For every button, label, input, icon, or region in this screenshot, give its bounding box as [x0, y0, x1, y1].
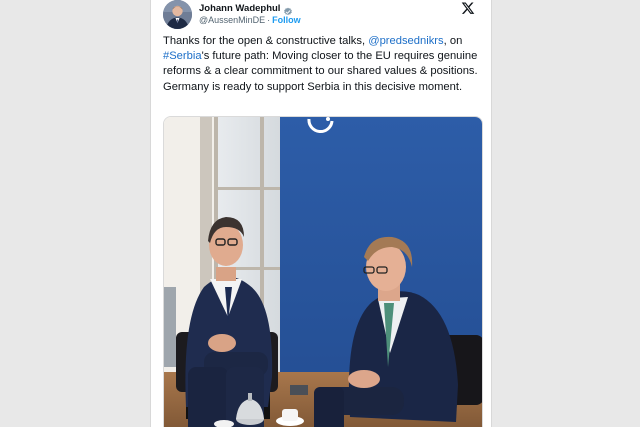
meeting-photo-illustration	[164, 117, 482, 427]
post-text-part-3: 's future path: Moving closer to the EU …	[163, 50, 478, 93]
author-name[interactable]: Johann Wadephul	[199, 3, 280, 14]
post-text-part-2: , on	[443, 35, 463, 47]
post-photo[interactable]	[163, 116, 483, 427]
post-header: Johann Wadephul @AussenMinDE · Follow	[163, 0, 483, 30]
separator-dot: ·	[267, 15, 271, 25]
avatar-portrait-icon	[163, 0, 192, 29]
follow-button[interactable]: Follow	[272, 15, 301, 25]
embedded-post-card: Johann Wadephul @AussenMinDE · Follow Than…	[150, 0, 492, 427]
post-text-part-1: Thanks for the open & constructive talks…	[163, 35, 369, 47]
verified-badge-icon	[283, 4, 293, 15]
post-text: Thanks for the open & constructive talks…	[163, 34, 485, 95]
mention-link[interactable]: @predsednikrs	[368, 35, 443, 47]
x-logo-icon[interactable]	[461, 1, 475, 15]
author-name-row: Johann Wadephul	[199, 3, 293, 15]
screenshot-stage: Johann Wadephul @AussenMinDE · Follow Than…	[0, 0, 640, 427]
author-handle[interactable]: @AussenMinDE	[199, 15, 265, 25]
hashtag-link[interactable]: #Serbia	[163, 50, 202, 62]
author-avatar[interactable]	[163, 0, 192, 29]
handle-row: @AussenMinDE · Follow	[199, 15, 301, 25]
